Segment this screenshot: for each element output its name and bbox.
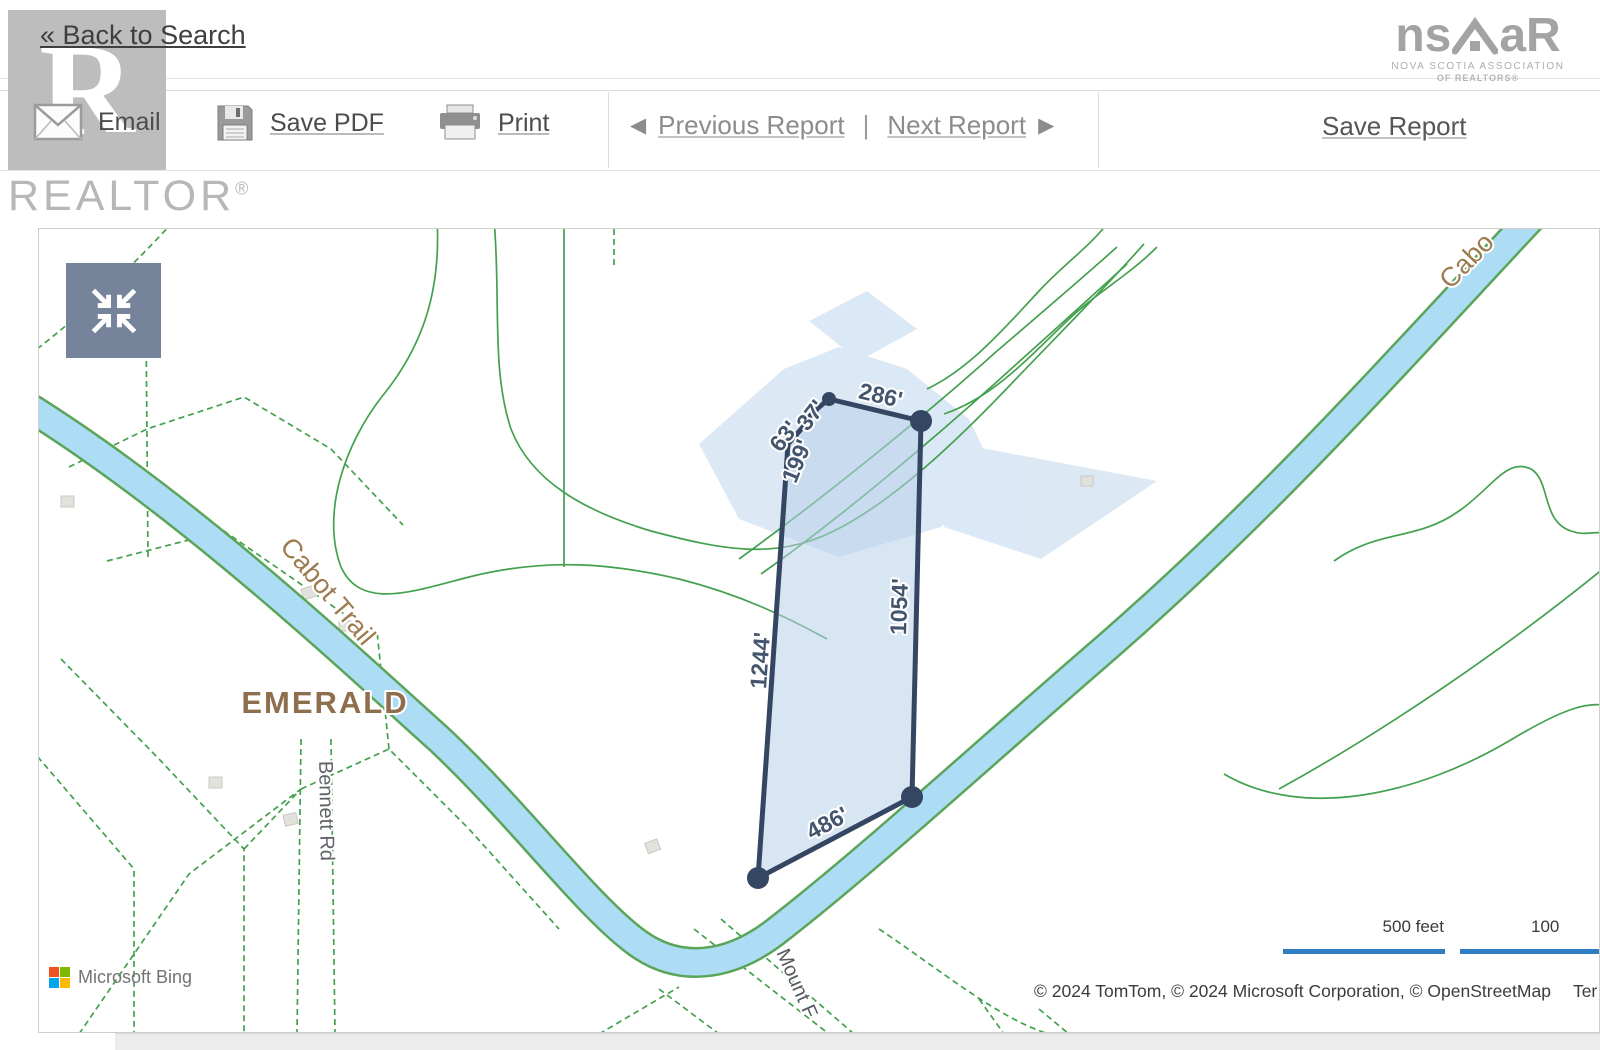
report-nav: ◀ Previous Report | Next Report ▶ — [630, 110, 1054, 141]
divider — [0, 170, 1600, 171]
nav-separator: | — [863, 110, 870, 141]
scale-bar-metric — [1460, 949, 1600, 954]
scale-bar-feet — [1283, 949, 1445, 954]
collapse-map-button[interactable] — [66, 263, 161, 358]
nsar-logo: ns aR NOVA SCOTIA ASSOCIATION OF REALTOR… — [1380, 14, 1576, 83]
divider — [0, 78, 1600, 79]
printer-icon — [437, 103, 483, 143]
previous-arrow-icon: ◀ — [630, 113, 646, 138]
map-copyright: © 2024 TomTom, © 2024 Microsoft Corporat… — [1034, 981, 1597, 1002]
collapse-arrows-icon — [88, 285, 140, 337]
bing-label: Microsoft Bing — [78, 967, 192, 988]
save-pdf-label[interactable]: Save PDF — [270, 109, 384, 138]
vertex-dot — [822, 392, 836, 406]
terms-link[interactable]: Ter — [1573, 981, 1597, 1001]
print-button[interactable]: Print — [437, 103, 549, 143]
save-report-link[interactable]: Save Report — [1322, 111, 1467, 142]
nsar-logo-left: ns — [1395, 14, 1451, 57]
vertex-dot — [910, 410, 932, 432]
email-button[interactable]: Email — [33, 103, 161, 141]
back-to-search-link[interactable]: « Back to Search — [40, 20, 246, 51]
nsar-subtitle-1: NOVA SCOTIA ASSOCIATION — [1380, 61, 1576, 72]
print-label[interactable]: Print — [498, 109, 549, 138]
map-canvas[interactable]: 286' 37' 63' 199' 1244' 1054' 486' Cabot… — [39, 229, 1600, 1033]
envelope-icon — [33, 103, 83, 141]
vertex-dot — [901, 786, 923, 808]
map-container[interactable]: 286' 37' 63' 199' 1244' 1054' 486' Cabot… — [38, 228, 1600, 1033]
toolbar-divider — [608, 92, 609, 168]
floppy-disk-icon — [215, 103, 255, 143]
scale-label-metric: 100 — [1531, 917, 1559, 937]
next-report-link[interactable]: Next Report — [887, 110, 1026, 141]
road-label-mount: Mount F — [772, 946, 822, 1022]
previous-report-link[interactable]: Previous Report — [658, 110, 844, 141]
community-label-emerald: EMERALD — [241, 685, 408, 720]
road-label-bennett: Bennett Rd — [314, 761, 338, 861]
nsar-logo-right: aR — [1499, 14, 1560, 57]
measurement-right: 1054' — [885, 578, 913, 636]
registered-mark: ® — [235, 179, 252, 199]
realtor-wordmark: REALTOR® — [8, 172, 252, 221]
divider — [0, 90, 1600, 91]
scale-label-feet: 500 feet — [1244, 917, 1444, 937]
bottom-strip — [115, 1033, 1600, 1050]
measurement-left: 1244' — [745, 631, 775, 689]
next-arrow-icon: ▶ — [1038, 113, 1054, 138]
toolbar-divider — [1098, 92, 1099, 168]
nsar-subtitle-2: OF REALTORS® — [1380, 73, 1576, 83]
save-pdf-button[interactable]: Save PDF — [215, 103, 384, 143]
email-label[interactable]: Email — [98, 108, 161, 137]
microsoft-logo-icon — [49, 967, 70, 988]
house-roof-icon — [1452, 15, 1498, 57]
bing-attribution: Microsoft Bing — [49, 967, 192, 988]
vertex-dot — [747, 867, 769, 889]
